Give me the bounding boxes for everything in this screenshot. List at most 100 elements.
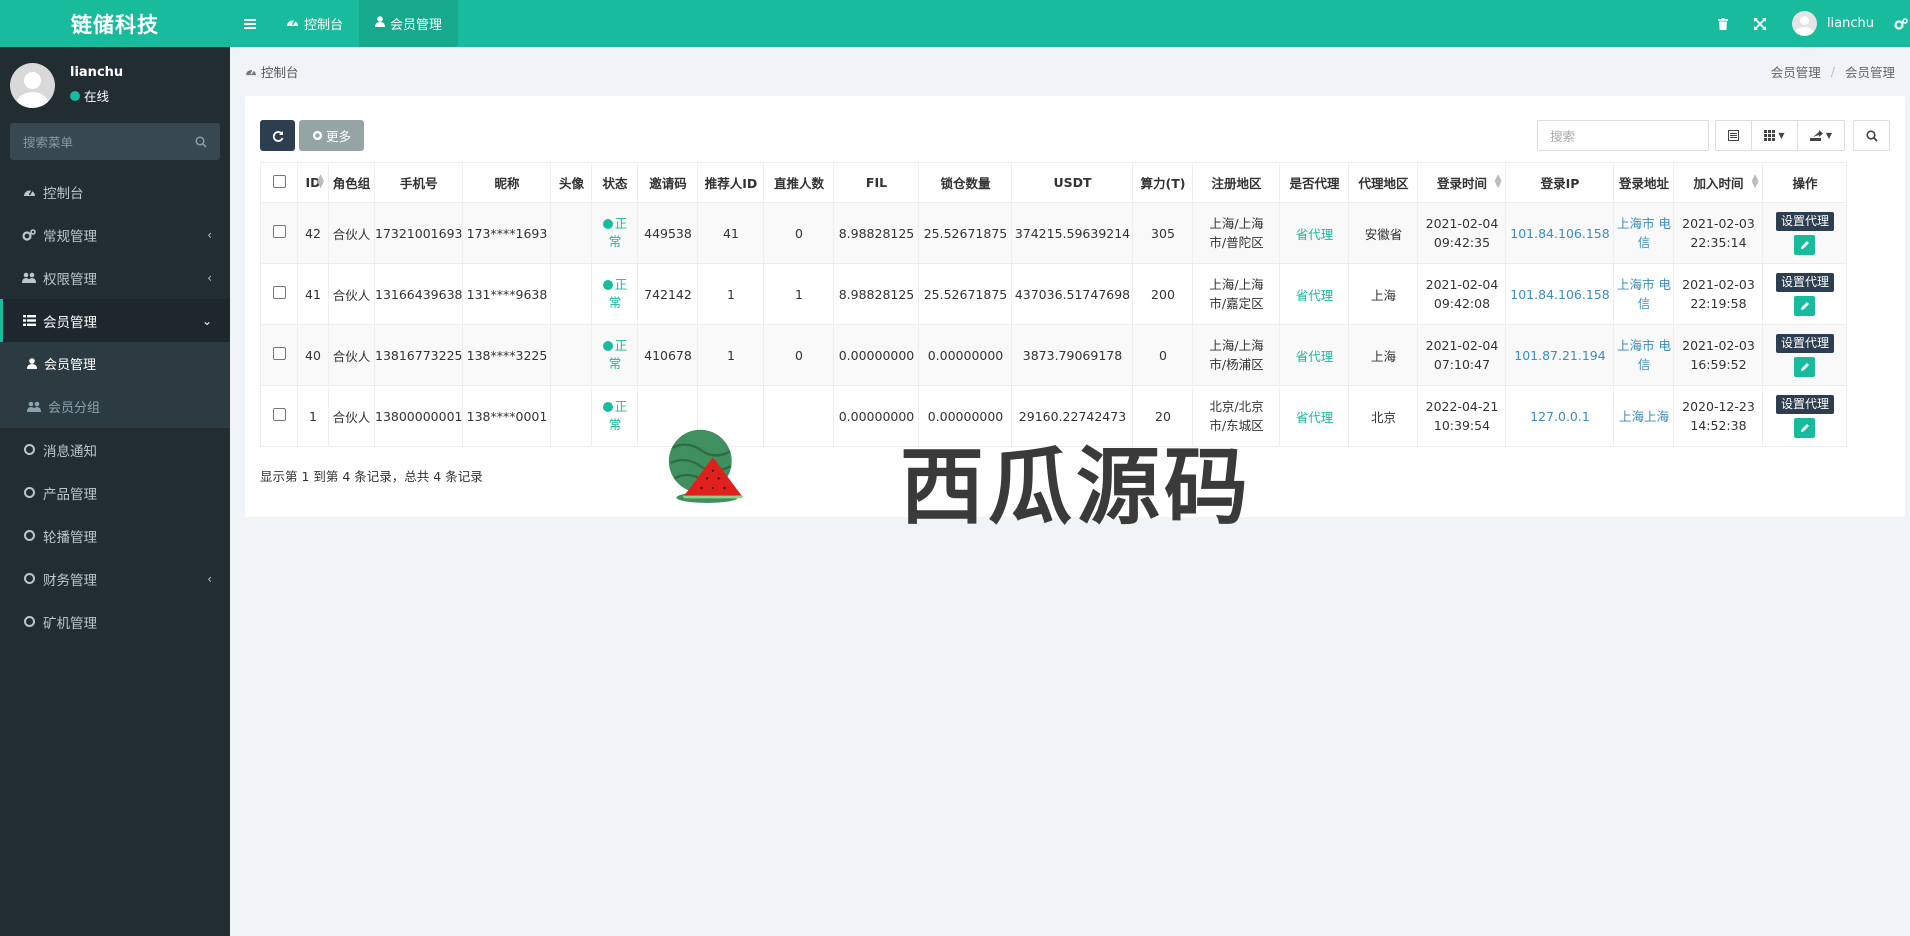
sidebar-item-permission[interactable]: 权限管理 ‹ [0, 256, 230, 299]
table-view-controls: ▼ ▼ [1715, 120, 1845, 151]
circle-icon [22, 443, 36, 457]
sidebar-menu: 控制台 常规管理 ‹ 权限管理 ‹ 会员管理 ⌄ 会员管理 会员分组 消息通知 [0, 170, 230, 643]
breadcrumb-item[interactable]: 会员管理 [1771, 62, 1821, 81]
advanced-search-button[interactable] [1853, 120, 1890, 151]
column-header: FIL [833, 162, 920, 203]
page-title: 控制台 [245, 62, 299, 81]
top-navbar: 控制台 会员管理 lianchu [230, 0, 1910, 47]
circle-icon [22, 529, 36, 543]
sidebar-item-carousel[interactable]: 轮播管理 [0, 514, 230, 557]
tab-dashboard[interactable]: 控制台 [270, 0, 359, 47]
chevron-down-icon: ⌄ [201, 313, 212, 328]
ip-link[interactable]: 101.87.21.194 [1505, 324, 1615, 386]
search-input[interactable]: 搜索 [1537, 120, 1709, 151]
chevron-left-icon: ‹ [207, 227, 212, 242]
set-agent-button[interactable]: 设置代理 [1775, 272, 1834, 292]
column-header: 头像 [550, 162, 593, 203]
column-header: 操作 [1762, 162, 1848, 203]
card-view-icon [1728, 130, 1739, 141]
menu-toggle-button[interactable] [230, 0, 270, 47]
row-checkbox[interactable] [260, 385, 298, 447]
address-link[interactable]: 上海市 电信 [1613, 202, 1675, 264]
address-link[interactable]: 上海市 电信 [1613, 263, 1675, 325]
row-checkbox[interactable] [260, 202, 298, 264]
dashboard-icon [246, 69, 256, 76]
circle-icon [22, 486, 36, 500]
chevron-left-icon: ‹ [207, 270, 212, 285]
edit-button[interactable] [1794, 234, 1816, 255]
table-toolbar-right: 搜索 ▼ ▼ [1537, 120, 1890, 151]
row-checkbox[interactable] [260, 324, 298, 386]
address-link[interactable]: 上海上海 [1613, 385, 1675, 447]
cogs-icon [22, 228, 36, 242]
column-header: 直推人数 [763, 162, 835, 203]
set-agent-button[interactable]: 设置代理 [1775, 394, 1834, 414]
watermelon-watermark-icon [668, 429, 744, 503]
tab-member[interactable]: 会员管理 [359, 0, 459, 47]
column-header: 锁仓数量 [918, 162, 1013, 203]
breadcrumb-item: 会员管理 [1844, 64, 1895, 80]
app-logo[interactable]: 链储科技 [0, 0, 230, 47]
column-header: 昵称 [462, 162, 552, 203]
agent-badge: 省代理 [1279, 324, 1350, 386]
settings-button[interactable] [1894, 0, 1910, 47]
sidebar: 链储科技 lianchu 在线 搜索菜单 控制台 常规管理 ‹ 权限管理 ‹ 会… [0, 0, 230, 936]
expand-icon [1753, 17, 1766, 30]
edit-button[interactable] [1794, 295, 1816, 316]
pencil-icon [1800, 362, 1809, 371]
sidebar-item-finance[interactable]: 财务管理 ‹ [0, 557, 230, 600]
grid-icon [1764, 130, 1776, 141]
sidebar-search-input[interactable]: 搜索菜单 [10, 123, 220, 160]
set-agent-button[interactable]: 设置代理 [1775, 333, 1834, 353]
columns-dropdown-button[interactable]: ▼ [1752, 121, 1798, 150]
sidebar-item-message[interactable]: 消息通知 [0, 428, 230, 471]
column-header: USDT [1011, 162, 1134, 203]
column-header: 代理地区 [1348, 162, 1419, 203]
members-table: ID ▲ ▼ 角色组 手机号 昵称 头像 状态 邀请码 推荐人ID 直推人数 FIL… [260, 162, 1848, 447]
ip-link[interactable]: 101.84.106.158 [1505, 263, 1615, 325]
cogs-icon [1894, 17, 1908, 30]
ip-link[interactable]: 127.0.0.1 [1505, 385, 1615, 447]
pencil-icon [1800, 240, 1809, 249]
table-row: 42 合伙人 17321001693 173****1693 正常 449538… [260, 202, 1848, 264]
sidebar-item-dashboard[interactable]: 控制台 [0, 170, 230, 213]
sidebar-item-miner[interactable]: 矿机管理 [0, 600, 230, 643]
refresh-button[interactable] [260, 120, 295, 151]
edit-button[interactable] [1794, 356, 1816, 377]
user-menu[interactable]: lianchu [1779, 0, 1894, 47]
user-icon [27, 358, 37, 369]
chevron-left-icon: ‹ [207, 571, 212, 586]
hamburger-icon [244, 18, 256, 29]
sidebar-subitem-member-group[interactable]: 会员分组 [0, 385, 230, 428]
set-agent-button[interactable]: 设置代理 [1775, 211, 1834, 231]
edit-button[interactable] [1794, 417, 1816, 438]
clear-cache-button[interactable] [1705, 0, 1741, 47]
select-all-checkbox[interactable] [260, 162, 298, 203]
toggle-view-button[interactable] [1716, 121, 1752, 150]
ip-link[interactable]: 101.84.106.158 [1505, 202, 1615, 264]
table-row: 41 合伙人 13166439638 131****9638 正常 742142… [260, 263, 1848, 325]
column-header[interactable]: 加入时间 ▲ ▼ [1673, 162, 1764, 203]
sidebar-subitem-member-manage[interactable]: 会员管理 [0, 342, 230, 385]
status-badge: 正常 [591, 263, 639, 325]
content-header: 控制台 会员管理 / 会员管理 [230, 47, 1910, 95]
avatar [10, 62, 55, 108]
pagination-info: 显示第 1 到第 4 条记录，总共 4 条记录 [260, 469, 483, 484]
fullscreen-button[interactable] [1741, 0, 1779, 47]
column-header: 登录IP [1505, 162, 1615, 203]
sidebar-item-member[interactable]: 会员管理 ⌄ [0, 299, 230, 342]
column-header[interactable]: ID ▲ ▼ [297, 162, 329, 203]
sidebar-item-general[interactable]: 常规管理 ‹ [0, 213, 230, 256]
column-header[interactable]: 登录时间 ▲ ▼ [1417, 162, 1507, 203]
row-checkbox[interactable] [260, 263, 298, 325]
user-panel: lianchu 在线 [0, 47, 230, 123]
export-dropdown-button[interactable]: ▼ [1798, 121, 1844, 150]
sort-icon: ▲ ▼ [1494, 173, 1502, 190]
sidebar-item-product[interactable]: 产品管理 [0, 471, 230, 514]
more-button[interactable]: 更多 [299, 120, 364, 151]
caret-down-icon: ▼ [1778, 131, 1785, 140]
column-header: 邀请码 [637, 162, 699, 203]
search-icon[interactable] [195, 135, 207, 148]
sort-icon: ▲ ▼ [1751, 173, 1759, 190]
address-link[interactable]: 上海市 电信 [1613, 324, 1675, 386]
